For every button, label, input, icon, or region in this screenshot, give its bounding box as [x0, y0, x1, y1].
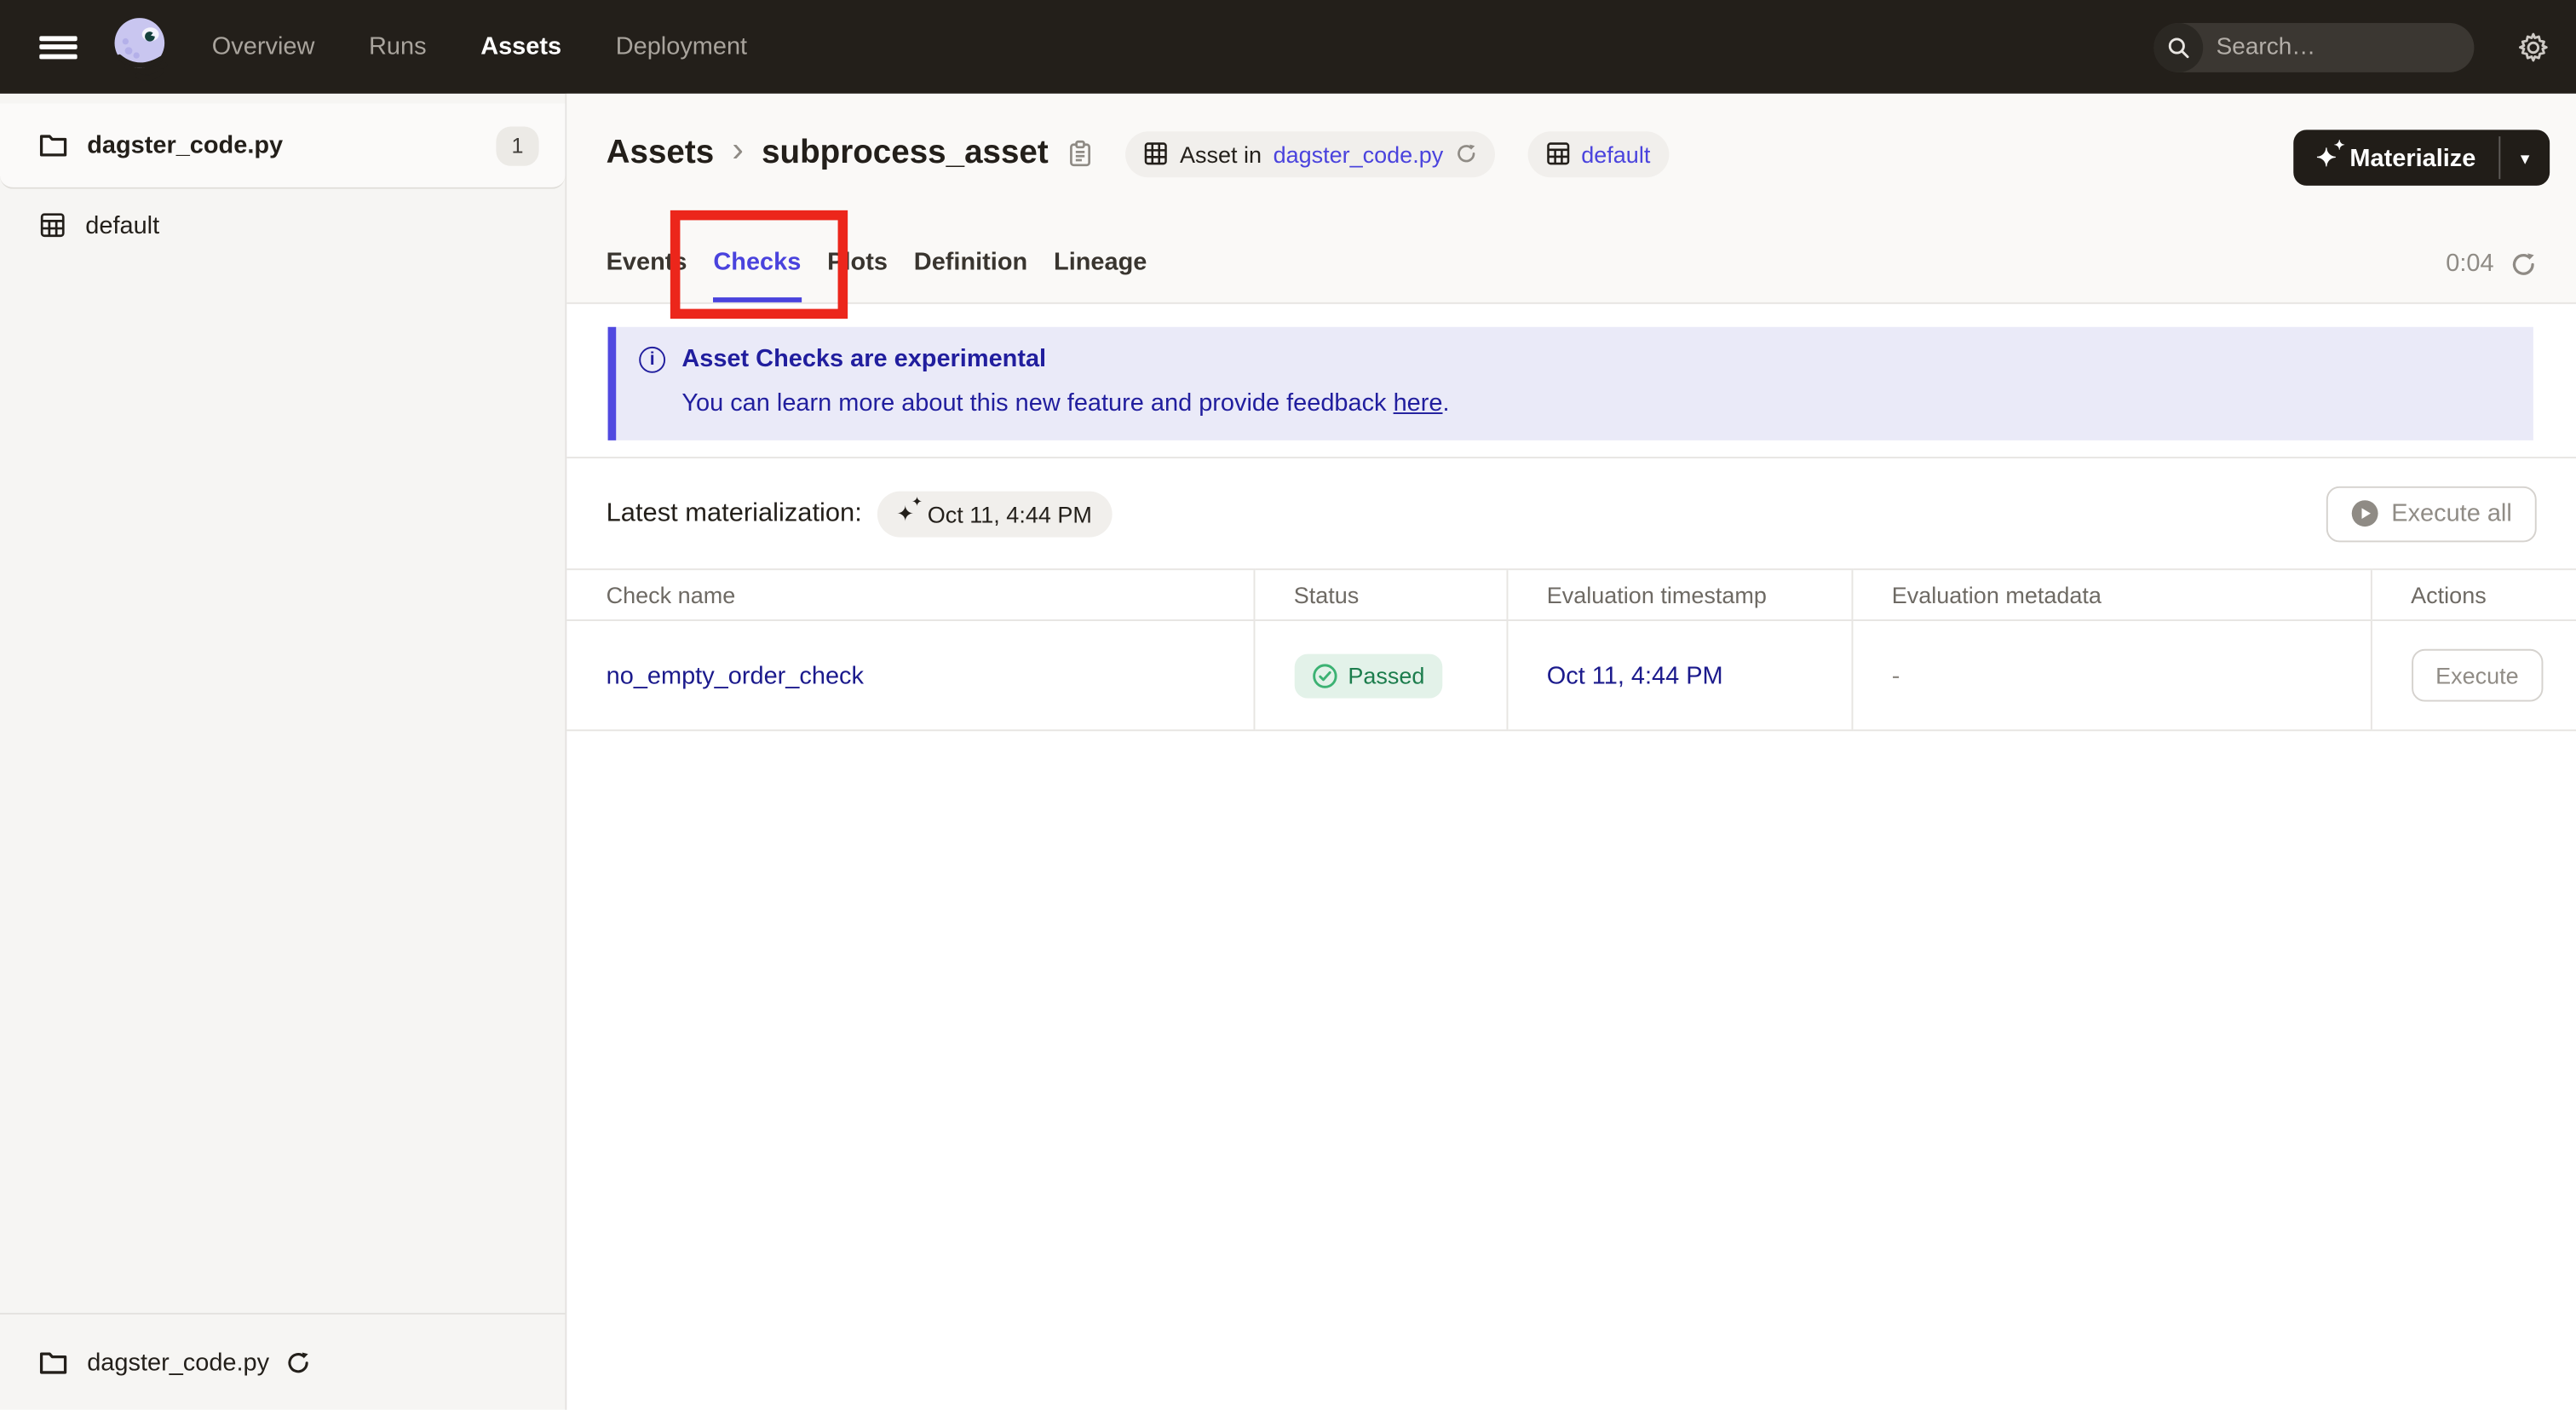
asset-group-chip[interactable]: default: [1527, 130, 1669, 177]
primary-nav: Overview Runs Assets Deployment: [212, 33, 747, 61]
col-check-name: Check name: [566, 568, 1254, 621]
timer-value: 0:04: [2446, 250, 2494, 278]
latest-materialization-chip[interactable]: ✦ ✦ Oct 11, 4:44 PM: [877, 490, 1113, 537]
nav-item-assets[interactable]: Assets: [480, 33, 561, 61]
settings-gear-icon[interactable]: [2517, 31, 2550, 64]
reload-location-icon[interactable]: [285, 1350, 310, 1374]
content-shell: dagster_code.py 1 default dagster_code.p…: [0, 93, 2576, 1410]
execute-all-label: Execute all: [2391, 499, 2512, 528]
materialize-dropdown-caret[interactable]: ▾: [2500, 129, 2550, 186]
refresh-icon[interactable]: [2510, 250, 2537, 277]
table-header-row: Check name Status Evaluation timestamp E…: [566, 568, 2576, 621]
banner-title: Asset Checks are experimental: [681, 344, 1047, 373]
search-icon: [2153, 22, 2204, 72]
feedback-link[interactable]: here: [1394, 389, 1443, 417]
folder-icon: [39, 133, 67, 158]
banner-wrap: i Asset Checks are experimental You can …: [566, 303, 2576, 440]
asset-group-icon: [39, 212, 66, 239]
group-link[interactable]: default: [1581, 141, 1650, 167]
chevron-right-icon: ›: [732, 130, 744, 169]
experimental-banner: i Asset Checks are experimental You can …: [607, 326, 2533, 440]
tab-plots[interactable]: Plots: [827, 248, 888, 302]
navbar-right: /: [2153, 22, 2550, 72]
check-name-link[interactable]: no_empty_order_check: [607, 661, 864, 689]
asset-count-badge: 1: [496, 125, 539, 165]
latest-materialization-row: Latest materialization: ✦ ✦ Oct 11, 4:44 …: [566, 457, 2576, 568]
sidebar-item-label: default: [85, 210, 160, 239]
hamburger-menu-icon[interactable]: [39, 35, 78, 59]
sidebar-item-label: dagster_code.py: [87, 131, 284, 160]
refresh-timer: 0:04: [2446, 250, 2536, 278]
breadcrumb-asset-name: subprocess_asset: [762, 135, 1049, 171]
copy-asset-name-icon[interactable]: [1068, 140, 1093, 168]
materialize-button[interactable]: ✦ ✦ Materialize: [2293, 129, 2499, 186]
materialization-timestamp: Oct 11, 4:44 PM: [927, 500, 1092, 527]
asset-tabs: Events Checks Plots Definition Lineage 0…: [566, 214, 2576, 304]
banner-text: Asset Checks are experimental You can le…: [681, 345, 1449, 417]
materialize-split-button: ✦ ✦ Materialize ▾: [2292, 129, 2550, 186]
table-row: no_empty_order_check Passed Oct 11, 4:44…: [566, 620, 2576, 732]
banner-body: You can learn more about this new featur…: [681, 389, 1450, 417]
code-location-link[interactable]: dagster_code.py: [1274, 141, 1444, 167]
tab-lineage[interactable]: Lineage: [1054, 248, 1147, 302]
breadcrumb: Assets › subprocess_asset Asset in dagst…: [566, 94, 2576, 214]
sidebar-bottom-label: dagster_code.py: [87, 1348, 270, 1377]
col-status: Status: [1252, 568, 1507, 621]
sidebar-item-group-default[interactable]: default: [0, 189, 565, 262]
checks-table: Check name Status Evaluation timestamp E…: [566, 568, 2576, 732]
sidebar-item-code-location[interactable]: dagster_code.py 1: [0, 103, 566, 189]
check-circle-icon: [1312, 663, 1337, 688]
folder-icon: [39, 1350, 67, 1374]
main-panel: Assets › subprocess_asset Asset in dagst…: [566, 93, 2576, 1410]
nav-item-deployment[interactable]: Deployment: [616, 33, 747, 61]
asset-icon: [1145, 142, 1168, 165]
materialize-label: Materialize: [2349, 143, 2476, 172]
sidebar-bottom-code-location[interactable]: dagster_code.py: [0, 1312, 566, 1410]
app-root: Overview Runs Assets Deployment /: [0, 0, 2576, 1410]
tab-events[interactable]: Events: [607, 248, 687, 302]
sparkle-icon: ✦ ✦: [2315, 137, 2345, 172]
chip-prefix: Asset in: [1180, 140, 1262, 167]
tab-checks[interactable]: Checks: [713, 248, 802, 302]
evaluation-metadata-value: -: [1850, 620, 2371, 732]
latest-materialization-label: Latest materialization:: [606, 498, 862, 527]
asset-header: Assets › subprocess_asset Asset in dagst…: [566, 93, 2576, 304]
dagster-logo-icon[interactable]: [106, 12, 169, 81]
top-navbar: Overview Runs Assets Deployment /: [0, 0, 2576, 94]
evaluation-timestamp-link[interactable]: Oct 11, 4:44 PM: [1547, 661, 1723, 689]
nav-item-overview[interactable]: Overview: [212, 33, 315, 61]
search-input[interactable]: [2203, 33, 2475, 60]
refresh-icon[interactable]: [1455, 143, 1476, 164]
asset-definition-chip[interactable]: Asset in dagster_code.py: [1125, 130, 1495, 177]
materialization-sparkle-icon: ✦ ✦: [896, 494, 923, 527]
info-icon: i: [639, 346, 666, 373]
col-actions: Actions: [2369, 568, 2576, 621]
execute-button[interactable]: Execute: [2411, 648, 2544, 702]
nav-item-runs[interactable]: Runs: [369, 33, 427, 61]
col-eval-metadata: Evaluation metadata: [1850, 568, 2371, 621]
sidebar: dagster_code.py 1 default dagster_code.p…: [0, 93, 567, 1410]
status-badge: Passed: [1293, 653, 1443, 698]
tab-definition[interactable]: Definition: [914, 248, 1027, 302]
global-search[interactable]: /: [2153, 22, 2475, 72]
execute-all-button[interactable]: Execute all: [2326, 485, 2537, 542]
asset-group-icon: [1546, 142, 1569, 165]
col-eval-timestamp: Evaluation timestamp: [1505, 568, 1852, 621]
play-circle-icon: [2351, 500, 2378, 527]
status-label: Passed: [1348, 662, 1425, 689]
breadcrumb-assets-link[interactable]: Assets: [607, 135, 715, 172]
